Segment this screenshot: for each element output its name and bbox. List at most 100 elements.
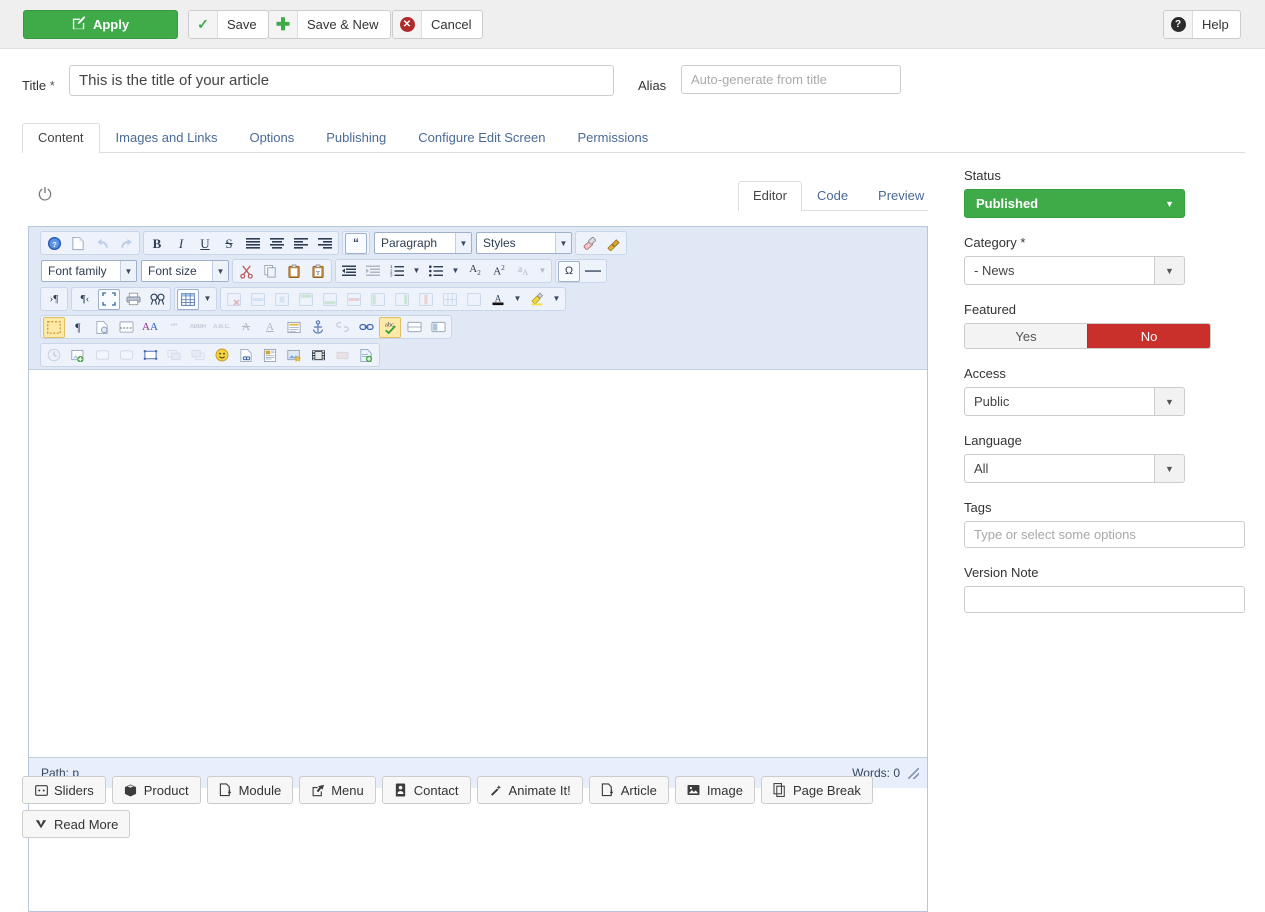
emoticon-icon[interactable] [211,345,233,366]
power-icon[interactable]: ⏻ [35,185,55,205]
insert-layer-icon[interactable] [403,317,425,338]
split-cells-icon[interactable] [439,289,461,310]
featured-no-option[interactable]: No [1087,324,1210,348]
save-button[interactable]: ✓ Save [188,10,269,39]
superscript-icon[interactable]: A2 [488,261,510,282]
insert-link-doc-icon[interactable] [235,345,257,366]
link-icon[interactable] [355,317,377,338]
alias-input[interactable] [681,65,901,94]
table-icon[interactable] [177,288,199,310]
insert-col-after-icon[interactable] [391,289,413,310]
featured-yes-option[interactable]: Yes [965,324,1087,348]
move-forward-icon[interactable] [163,345,185,366]
rtl-icon[interactable]: ¶‹ [74,289,96,310]
anchor-icon[interactable] [307,317,329,338]
insert-row-before-icon[interactable] [295,289,317,310]
tags-input[interactable] [964,521,1245,548]
font-family-select[interactable]: Font family ▼ [41,260,137,282]
italic-icon[interactable]: I [170,233,192,254]
status-select[interactable]: Published ▼ [964,189,1185,218]
styles-select[interactable]: Styles ▼ [476,232,572,254]
align-left-icon[interactable] [290,233,312,254]
button-article[interactable]: Article [588,776,669,804]
tab-publishing[interactable]: Publishing [310,123,402,153]
row-properties-icon[interactable] [247,289,269,310]
insert-flash-icon[interactable] [331,345,353,366]
search-replace-icon[interactable] [146,289,168,310]
backcolor-dropdown-icon[interactable]: ▼ [550,289,563,310]
horizontal-rule-icon[interactable] [582,261,604,282]
cell-properties-icon[interactable] [271,289,293,310]
insert-media-icon[interactable] [259,345,281,366]
remove-format-icon[interactable]: aA [512,261,534,282]
title-input[interactable] [69,65,614,96]
button-sliders[interactable]: Sliders [22,776,106,804]
insert-row-after-icon[interactable] [319,289,341,310]
insert-iframe-icon[interactable] [427,317,449,338]
indent-icon[interactable] [362,261,384,282]
ltr-icon[interactable]: ›¶ [43,289,65,310]
layer-move-icon[interactable] [115,345,137,366]
insert-col-before-icon[interactable] [367,289,389,310]
strikethrough-icon[interactable]: S [218,233,240,254]
forecolor-icon[interactable]: A [487,289,509,310]
button-read-more[interactable]: Read More [22,810,131,838]
button-contact[interactable]: Contact [381,776,471,804]
move-backward-icon[interactable] [187,345,209,366]
absolute-position-icon[interactable] [139,345,161,366]
delete-text-icon[interactable]: A [235,317,257,338]
insert-date-icon[interactable] [43,345,65,366]
bold-icon[interactable]: B [146,233,168,254]
button-product[interactable]: Product [111,776,201,804]
delete-col-icon[interactable] [415,289,437,310]
insert-video-icon[interactable] [307,345,329,366]
show-invisible-icon[interactable]: ¶ [67,317,89,338]
acronym-icon[interactable]: A.B.C. [211,317,233,338]
save-and-new-button[interactable]: ✚ Save & New [268,10,391,39]
access-select[interactable]: Public ▼ [964,387,1185,416]
font-size-select[interactable]: Font size ▼ [141,260,229,282]
abbreviation-icon[interactable]: ABBR [187,317,209,338]
help-button[interactable]: ? Help [1163,10,1241,39]
layer-box-icon[interactable] [91,345,113,366]
table-dropdown-icon[interactable]: ▼ [201,289,214,310]
button-menu[interactable]: Menu [299,776,376,804]
subscript-icon[interactable]: A2 [464,261,486,282]
remove-format-dropdown-icon[interactable]: ▼ [536,261,549,282]
redo-icon[interactable] [115,233,137,254]
insert-image-icon[interactable] [67,345,89,366]
tab-preview[interactable]: Preview [863,181,939,211]
tab-content[interactable]: Content [22,123,100,153]
button-animate-it[interactable]: Animate It! [476,776,583,804]
tab-code[interactable]: Code [802,181,863,211]
cancel-button[interactable]: ✕ Cancel [392,10,484,39]
underline-icon[interactable]: U [194,233,216,254]
unlink-icon[interactable] [331,317,353,338]
backcolor-icon[interactable] [526,289,548,310]
visual-blocks-icon[interactable] [43,316,65,338]
tab-configure-edit-screen[interactable]: Configure Edit Screen [402,123,561,153]
align-justify-icon[interactable] [242,233,264,254]
quotation-icon[interactable]: “” [163,317,185,338]
category-select[interactable]: - News ▼ [964,256,1185,285]
new-document-icon[interactable] [67,233,89,254]
cleanup-icon[interactable] [602,233,624,254]
numbered-list-dropdown-icon[interactable]: ▼ [410,261,423,282]
template-icon[interactable] [283,317,305,338]
outdent-icon[interactable] [338,261,360,282]
version-note-input[interactable] [964,586,1245,613]
insert-text-icon[interactable]: A [259,317,281,338]
apply-button[interactable]: Apply [23,10,178,39]
editor-content-area[interactable] [29,370,927,757]
special-character-icon[interactable]: Ω [558,260,580,282]
button-page-break[interactable]: Page Break [760,776,873,804]
delete-row-icon[interactable] [343,289,365,310]
spellcheck-icon[interactable]: abc [379,316,401,338]
tab-images-and-links[interactable]: Images and Links [100,123,234,153]
align-right-icon[interactable] [314,233,336,254]
page-properties-icon[interactable] [91,317,113,338]
blockquote-icon[interactable]: “ [345,232,367,254]
bullet-list-dropdown-icon[interactable]: ▼ [449,261,462,282]
undo-icon[interactable] [91,233,113,254]
delete-table-icon[interactable] [223,289,245,310]
